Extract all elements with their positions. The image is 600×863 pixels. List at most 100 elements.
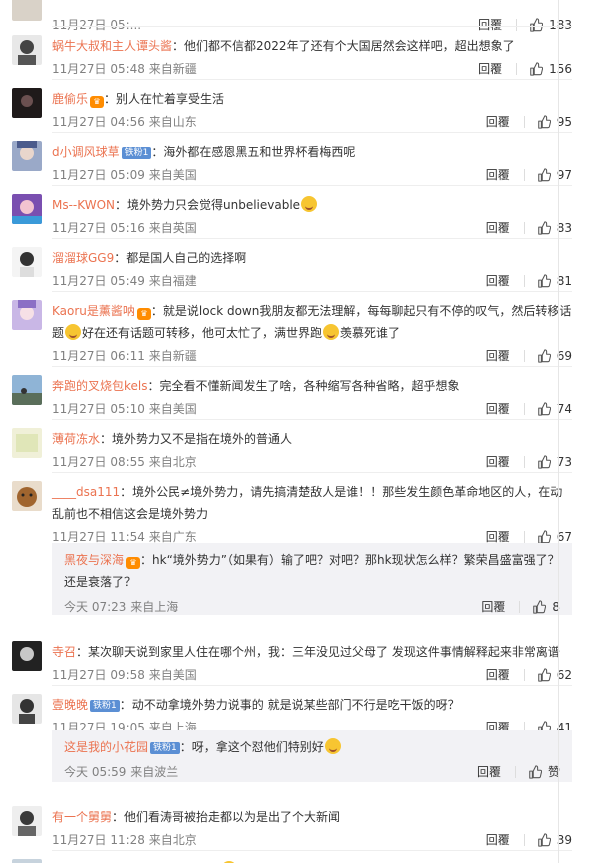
username[interactable]: 薄荷冻水 — [52, 432, 100, 446]
like-button[interactable]: 156 — [529, 61, 572, 77]
comment-meta: 11月27日 05:16 来自英国 — [52, 220, 197, 236]
comment-text: 都是国人自己的选择啊 — [126, 251, 247, 265]
reply-button[interactable]: 回覆 — [486, 348, 510, 364]
reply-button[interactable]: 回覆 — [486, 273, 510, 289]
reply-button[interactable]: 回覆 — [486, 114, 510, 130]
username[interactable]: 鹿偷乐 — [52, 92, 88, 106]
crying-emoji-icon — [323, 324, 340, 340]
thumbs-up-icon — [537, 833, 551, 847]
comment-location: 来自美国 — [148, 168, 197, 182]
avatar[interactable] — [12, 300, 42, 330]
vip-icon: ♛ — [126, 557, 141, 569]
divider — [523, 116, 525, 128]
username[interactable]: 壹晚晚 — [52, 698, 88, 712]
avatar[interactable] — [12, 247, 42, 277]
like-button[interactable]: 8 — [532, 599, 560, 615]
thumbs-up-icon — [537, 402, 551, 416]
thumbs-up-icon — [530, 62, 544, 76]
username[interactable]: Ms--KWON — [52, 198, 115, 212]
comment-item: 奔跑的叉烧包kels：完全看不懂新闻发生了啥，各种缩写各种省略，超乎想象 11月2… — [0, 367, 600, 420]
divider — [523, 275, 525, 287]
avatar[interactable] — [12, 641, 42, 671]
divider — [523, 169, 525, 181]
username[interactable]: ____dsa111 — [52, 485, 120, 499]
like-button[interactable]: 95 — [537, 114, 572, 130]
thumbs-up-icon — [533, 600, 547, 614]
comment-time: 11月27日 05:48 — [52, 62, 145, 76]
like-button[interactable]: 62 — [537, 667, 572, 683]
divider — [523, 350, 525, 362]
comment-text: 他们都不信都2022年了还有个大国居然会这样吧，超出想象了 — [184, 39, 515, 53]
like-button[interactable]: 69 — [537, 348, 572, 364]
comment-time: 11月27日 04:56 — [52, 115, 145, 129]
avatar[interactable] — [12, 88, 42, 118]
avatar[interactable] — [12, 375, 42, 405]
like-button[interactable]: 74 — [537, 401, 572, 417]
vip-icon: ♛ — [136, 308, 151, 320]
comment-location: 来自北京 — [148, 833, 197, 847]
avatar[interactable] — [12, 0, 42, 21]
comment-text-cont: 好在还有话题可转移，他可太忙了，满世界跑 — [82, 326, 323, 340]
like-button[interactable]: 73 — [537, 454, 572, 470]
username[interactable]: 有一个舅舅 — [52, 810, 112, 824]
comment-meta: 11月27日 11:28 来自北京 — [52, 832, 197, 848]
reply-button[interactable]: 回覆 — [478, 61, 502, 77]
username[interactable]: d小调风球草 — [52, 145, 120, 159]
like-button[interactable]: 81 — [537, 273, 572, 289]
comment-meta: 11月27日 09:58 来自美国 — [52, 667, 197, 683]
colon: ： — [76, 645, 89, 659]
comment-meta: 11月27日 08:55 来自北京 — [52, 454, 197, 470]
like-count: 83 — [556, 221, 572, 235]
comment-location: 来自波兰 — [130, 765, 179, 779]
colon: ： — [150, 304, 163, 318]
divider — [523, 669, 525, 681]
reply-button[interactable]: 回覆 — [481, 599, 505, 615]
avatar[interactable] — [12, 35, 42, 65]
reply-button[interactable]: 回覆 — [486, 832, 510, 848]
username[interactable]: Kaoru是薰酱呐 — [52, 304, 135, 318]
divider — [516, 63, 518, 75]
thumbs-up-icon — [537, 455, 551, 469]
reply-button[interactable]: 回覆 — [486, 454, 510, 470]
comment-text: 境外势力只会觉得unbelievable — [127, 198, 301, 212]
like-count: 69 — [556, 349, 572, 363]
avatar[interactable] — [12, 859, 42, 863]
username[interactable]: 溜溜球GG9 — [52, 251, 114, 265]
reply-button[interactable]: 回覆 — [486, 220, 510, 236]
avatar[interactable] — [12, 194, 42, 224]
reply-button[interactable]: 回覆 — [486, 667, 510, 683]
fan-badge: 铁粉1 — [150, 742, 180, 754]
thumbs-up-icon — [537, 168, 551, 182]
comment-location: 来自北京 — [148, 455, 197, 469]
comment-meta: 11月27日 04:56 来自山东 — [52, 114, 197, 130]
like-button[interactable]: 83 — [537, 220, 572, 236]
username[interactable]: 黑夜与深海 — [64, 553, 124, 567]
username[interactable]: 奔跑的叉烧包kels — [52, 379, 148, 393]
avatar[interactable] — [12, 694, 42, 724]
comment-item: ____dsa111：境外公民≠境外势力，请先搞清楚敌人是谁！！那些发生颜色革命… — [0, 473, 600, 544]
reply-button[interactable]: 回覆 — [486, 167, 510, 183]
thumbs-up-icon — [537, 530, 551, 544]
like-button[interactable]: 97 — [537, 167, 572, 183]
avatar[interactable] — [12, 806, 42, 836]
username[interactable]: 这是我的小花园 — [64, 740, 148, 754]
like-button[interactable]: 39 — [537, 832, 572, 848]
username[interactable]: 寺召 — [52, 645, 76, 659]
reply-button[interactable]: 回覆 — [486, 401, 510, 417]
fan-badge: 铁粉1 — [121, 147, 152, 159]
avatar[interactable] — [12, 481, 42, 511]
avatar[interactable] — [12, 141, 42, 171]
avatar[interactable] — [12, 428, 42, 458]
comment-actions: 回覆 赞 — [477, 764, 560, 780]
scrollbar-track — [558, 0, 559, 863]
like-button[interactable]: 赞 — [528, 764, 560, 780]
comment-actions: 回覆 69 — [486, 348, 572, 364]
comment-item: 鹿偷乐 ♛ ：别人在忙着享受生活 11月27日 04:56 来自山东 回覆 95 — [0, 80, 600, 133]
reply-button[interactable]: 回覆 — [477, 764, 501, 780]
comment-meta: 今天 05:59 来自波兰 — [64, 764, 178, 780]
comment-location: 来自美国 — [148, 402, 197, 416]
username[interactable]: 蜗牛大叔和主人谭头酱 — [52, 39, 172, 53]
reply-comment: 这是我的小花园 铁粉1 ：呀，拿这个怼他们特别好 今天 05:59 来自波兰 回覆 赞 — [52, 730, 572, 782]
comment-line: 鹿偷乐 ♛ ：别人在忙着享受生活 — [52, 88, 572, 110]
comment-line: 奔跑的叉烧包kels：完全看不懂新闻发生了啥，各种缩写各种省略，超乎想象 — [52, 375, 572, 397]
